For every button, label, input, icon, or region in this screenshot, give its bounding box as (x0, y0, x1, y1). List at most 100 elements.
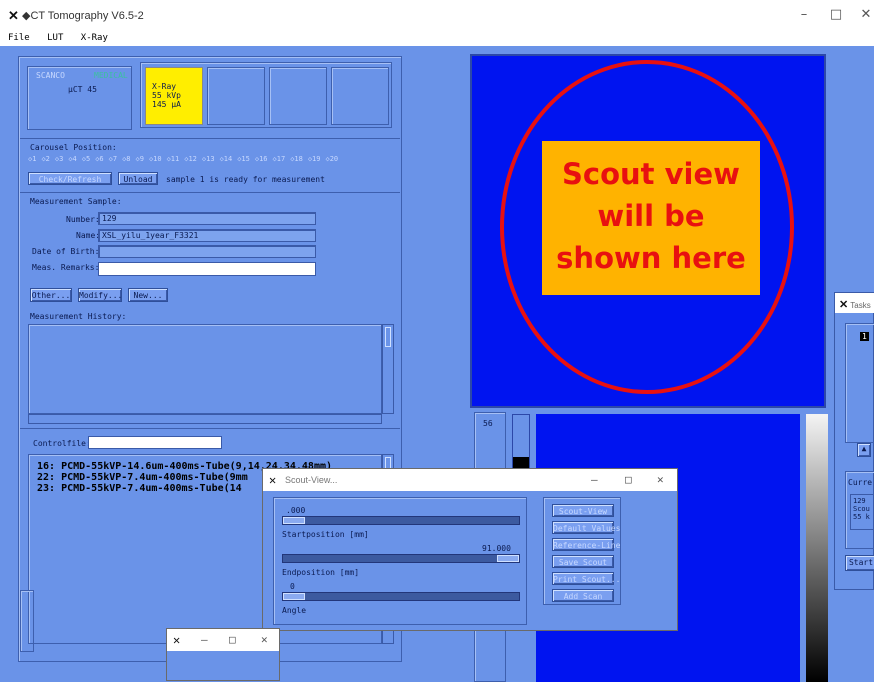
history-vscroll[interactable] (382, 324, 394, 414)
carousel-radio-7[interactable]: ◇7 (109, 155, 117, 165)
small-window-maximize[interactable]: □ (229, 633, 236, 646)
menu-xray[interactable]: X-Ray (81, 33, 108, 43)
add-scan-button[interactable]: Add Scan (552, 589, 614, 602)
carousel-radio-5[interactable]: ◇5 (82, 155, 90, 165)
carousel-radio-10[interactable]: ◇10 (149, 155, 162, 165)
small-window-title-bar: ✕ – □ ✕ (167, 629, 279, 651)
minimize-button[interactable]: – (786, 0, 822, 30)
carousel-radio-19[interactable]: ◇19 (308, 155, 321, 165)
save-scout-button[interactable]: Save Scout (552, 555, 614, 568)
history-label: Measurement History: (30, 312, 127, 321)
menu-lut[interactable]: LUT (47, 33, 63, 43)
carousel-status: sample 1 is ready for measurement (166, 175, 325, 184)
carousel-radio-13[interactable]: ◇13 (202, 155, 215, 165)
company-left: SCANCO (36, 71, 65, 80)
scout-dialog-title: Scout-View... (285, 475, 338, 485)
carousel-radio-3[interactable]: ◇3 (55, 155, 63, 165)
lut-value: 56 (483, 419, 493, 428)
start-value: .000 (286, 506, 306, 515)
window-title: ◆CT Tomography V6.5-2 (22, 10, 144, 22)
controlfile-field[interactable] (88, 436, 222, 449)
tasks-list[interactable]: 1 (845, 323, 874, 443)
scout-dialog-close[interactable]: ✕ (657, 473, 664, 486)
carousel-radio-4[interactable]: ◇4 (68, 155, 76, 165)
carousel-radio-15[interactable]: ◇15 (237, 155, 250, 165)
carousel-radio-17[interactable]: ◇17 (273, 155, 286, 165)
grayscale-bar (806, 414, 828, 682)
scout-dialog-minimize[interactable]: – (591, 473, 598, 486)
new-button[interactable]: New... (128, 288, 168, 302)
history-hscroll[interactable] (28, 414, 382, 424)
scout-dialog-maximize[interactable]: □ (625, 473, 632, 486)
company-right: MEDICAL (94, 71, 128, 80)
remarks-label: Meas. Remarks: (32, 263, 100, 272)
close-button[interactable]: ✕ (848, 0, 874, 30)
carousel-radio-12[interactable]: ◇12 (184, 155, 197, 165)
carousel-radio-20[interactable]: ◇20 (326, 155, 339, 165)
scout-view-area: Scout view will be shown here (470, 54, 826, 408)
scout-sliders-panel: .000 Startposition [mm] 91.000 Endpositi… (273, 497, 527, 625)
menu-file[interactable]: File (8, 33, 30, 43)
carousel-radio-1[interactable]: ◇1 (28, 155, 36, 165)
end-slider[interactable] (282, 554, 520, 563)
controlfile-label: Controlfile: (33, 439, 91, 448)
name-label: Name: (76, 231, 101, 240)
scout-dialog-title-bar: ✕ Scout-View... – □ ✕ (263, 469, 677, 491)
scout-dialog-logo-icon: ✕ (269, 473, 277, 487)
end-label: Endposition [mm] (282, 568, 360, 577)
menu-bar: File LUT X-Ray (0, 30, 874, 46)
tasks-info-line: 55 k (853, 513, 870, 521)
carousel-radio-6[interactable]: ◇6 (95, 155, 103, 165)
small-window: ✕ – □ ✕ (166, 628, 280, 681)
carousel-radio-16[interactable]: ◇16 (255, 155, 268, 165)
tasks-current-label: Curre (848, 478, 873, 487)
small-window-minimize[interactable]: – (201, 633, 208, 646)
history-list[interactable] (28, 324, 382, 414)
tasks-title: Tasks (850, 301, 871, 310)
start-slider[interactable] (282, 516, 520, 525)
unload-button[interactable]: Unload (118, 172, 158, 185)
carousel-radio-18[interactable]: ◇18 (290, 155, 303, 165)
other-button[interactable]: Other... (30, 288, 72, 302)
small-window-close[interactable]: ✕ (261, 633, 268, 646)
carousel-radio-8[interactable]: ◇8 (122, 155, 130, 165)
tasks-info: 129 Scou 55 k (850, 494, 874, 530)
xray-voltage: 55 kVp (152, 91, 181, 100)
default-values-button[interactable]: Default Values (552, 521, 620, 534)
reference-line-button[interactable]: Reference-Line (552, 538, 620, 551)
status-box-3 (269, 67, 327, 125)
carousel-radio-11[interactable]: ◇11 (167, 155, 180, 165)
number-field[interactable]: 129 (98, 212, 316, 225)
angle-slider[interactable] (282, 592, 520, 601)
start-label: Startposition [mm] (282, 530, 369, 539)
check-refresh-button[interactable]: Check/Refresh (28, 172, 112, 185)
xray-label: X-Ray (152, 82, 177, 91)
modify-button[interactable]: Modify... (78, 288, 122, 302)
tasks-start-button[interactable]: Start (845, 555, 874, 571)
title-bar: ✕ ◆CT Tomography V6.5-2 – □ ✕ (0, 0, 874, 30)
tasks-title-bar: ✕ Tasks (835, 293, 874, 313)
carousel-radio-2[interactable]: ◇2 (41, 155, 49, 165)
number-label: Number: (66, 215, 100, 224)
xray-status-box: X-Ray 55 kVp 145 µA (145, 67, 203, 125)
carousel-radio-9[interactable]: ◇9 (136, 155, 144, 165)
angle-label: Angle (282, 606, 307, 615)
carousel-radio-14[interactable]: ◇14 (220, 155, 233, 165)
remarks-field[interactable] (98, 262, 316, 276)
tasks-up-icon[interactable]: ▲ (857, 443, 871, 457)
dob-field[interactable] (98, 245, 316, 258)
scout-dialog: ✕ Scout-View... – □ ✕ .000 Startposition… (262, 468, 678, 631)
dob-label: Date of Birth: (32, 247, 100, 256)
xray-panel: X-Ray 55 kVp 145 µA (140, 62, 392, 128)
tasks-badge: 1 (860, 332, 869, 341)
angle-value: 0 (290, 582, 295, 591)
print-scout-button[interactable]: Print Scout... (552, 572, 620, 585)
name-field[interactable]: XSL_yilu_1year_F3321 (98, 229, 316, 242)
divider (20, 192, 400, 193)
app-logo-icon: ✕ (8, 8, 19, 23)
lut-slider[interactable] (512, 414, 530, 475)
scanner-model: µCT 45 (68, 85, 97, 94)
scout-view-button[interactable]: Scout-View (552, 504, 614, 517)
carousel-positions: ◇1 ◇2 ◇3 ◇4 ◇5 ◇6 ◇7 ◇8 ◇9 ◇10 ◇11 ◇12 ◇13 ◇14 ◇15 ◇16 ◇… (28, 155, 388, 165)
tasks-info-line: 129 (853, 497, 866, 505)
